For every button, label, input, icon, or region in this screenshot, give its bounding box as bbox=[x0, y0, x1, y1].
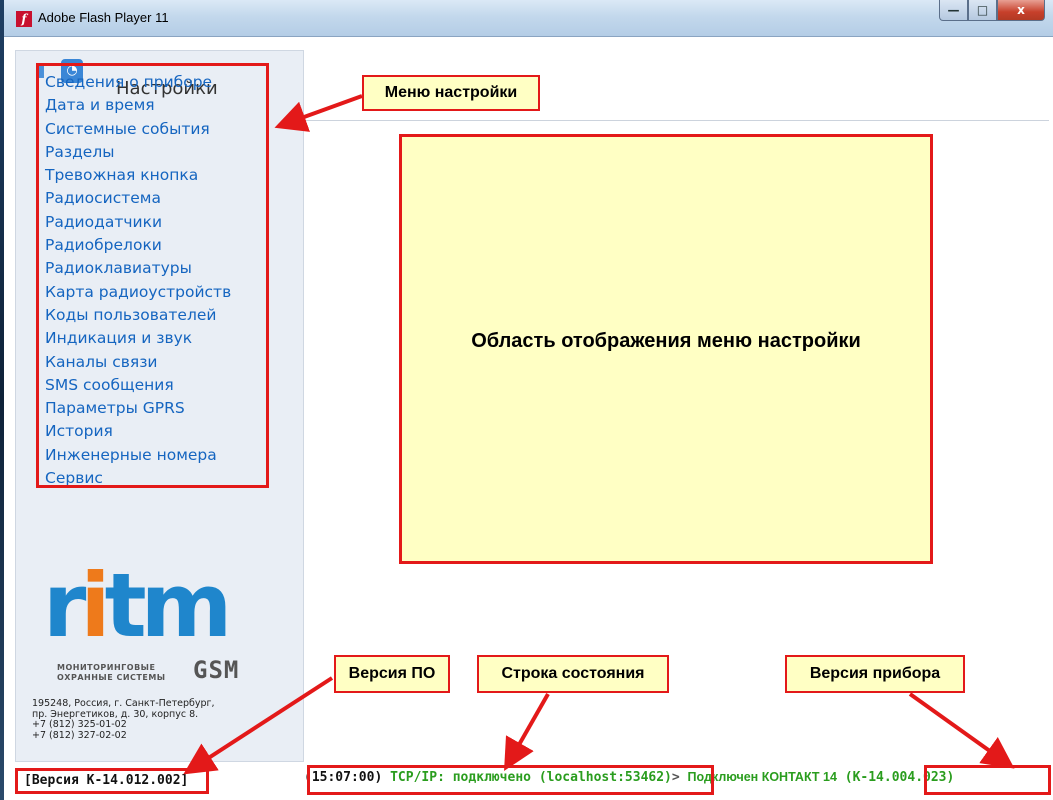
gsm-mark: GSM bbox=[193, 656, 240, 684]
ritm-wordmark: ritm bbox=[43, 554, 232, 657]
callout-menu-settings: Меню настройки bbox=[362, 75, 540, 111]
settings-display-area: Область отображения меню настройки bbox=[399, 134, 933, 564]
title-bar[interactable]: f Adobe Flash Player 11 — □ x bbox=[4, 0, 1053, 37]
logo-subtitle: МОНИТОРИНГОВЫЕ ОХРАННЫЕ СИСТЕМЫ bbox=[57, 663, 166, 682]
maximize-button[interactable]: □ bbox=[968, 0, 997, 21]
menu-highlight-box bbox=[36, 63, 269, 488]
callout-device-version: Версия прибора bbox=[785, 655, 965, 693]
display-area-label: Область отображения меню настройки bbox=[471, 330, 861, 352]
window-title: Adobe Flash Player 11 bbox=[38, 10, 169, 25]
ritm-logo: ritm МОНИТОРИНГОВЫЕ ОХРАННЫЕ СИСТЕМЫ GSM bbox=[43, 554, 238, 685]
callout-sw-version: Версия ПО bbox=[334, 655, 450, 693]
flash-player-icon: f bbox=[16, 11, 32, 27]
minimize-button[interactable]: — bbox=[939, 0, 968, 21]
close-button[interactable]: x bbox=[997, 0, 1045, 21]
software-version: [Версия К-14.012.002] bbox=[15, 768, 209, 794]
callout-status-line: Строка состояния bbox=[477, 655, 669, 693]
status-highlight-box bbox=[307, 765, 714, 795]
window-controls: — □ x bbox=[939, 0, 1045, 21]
content-divider bbox=[304, 120, 1049, 121]
device-version-highlight-box bbox=[924, 765, 1051, 795]
company-address: 195248, Россия, г. Санкт-Петербург, пр. … bbox=[32, 698, 215, 741]
